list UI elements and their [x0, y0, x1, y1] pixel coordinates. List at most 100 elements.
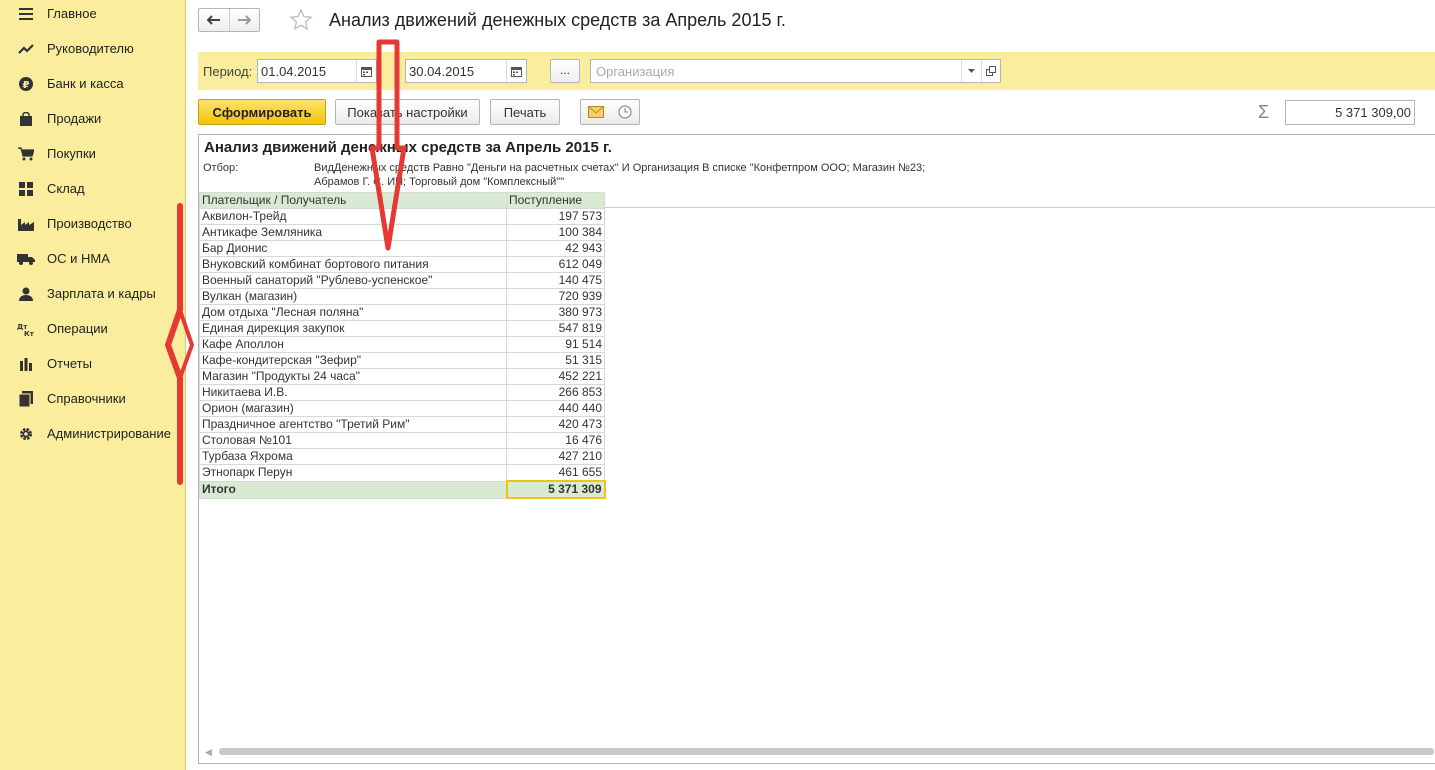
- period-select-button[interactable]: ...: [550, 59, 580, 83]
- filter-label: Отбор:: [203, 162, 239, 174]
- table-row[interactable]: Столовая №101 16 476: [199, 432, 605, 449]
- income-cell: 461 655: [506, 464, 605, 482]
- total-value[interactable]: 5 371 309: [505, 480, 606, 499]
- income-cell: 91 514: [506, 336, 605, 353]
- sidebar-item-label: Администрирование: [47, 426, 171, 441]
- menu-icon: [17, 5, 35, 23]
- filter-text-line2: Абрамов Г. С. ИП; Торговый дом "Комплекс…: [314, 176, 565, 188]
- bag-icon: [17, 110, 35, 128]
- table-row[interactable]: Единая дирекция закупок 547 819: [199, 320, 605, 337]
- income-cell: 100 384: [506, 224, 605, 241]
- organization-field[interactable]: Организация: [590, 59, 1001, 83]
- dropdown-icon[interactable]: [961, 60, 981, 82]
- income-cell: 16 476: [506, 432, 605, 449]
- total-label: Итого: [199, 480, 507, 499]
- income-cell: 547 819: [506, 320, 605, 337]
- organization-placeholder: Организация: [596, 64, 675, 79]
- income-cell: 51 315: [506, 352, 605, 369]
- mail-schedule-group: [580, 99, 640, 125]
- date-from-value: 01.04.2015: [261, 64, 327, 79]
- navigation-buttons: [198, 8, 260, 32]
- sidebar-item-7[interactable]: Производство: [0, 206, 185, 241]
- sidebar-item-3[interactable]: ₽ Банк и касса: [0, 66, 185, 101]
- cart-icon: [17, 145, 35, 163]
- total-row[interactable]: Итого 5 371 309: [199, 480, 606, 499]
- table-row[interactable]: Магазин "Продукты 24 часа" 452 221: [199, 368, 605, 385]
- income-cell: 440 440: [506, 400, 605, 417]
- sidebar-item-label: ОС и НМА: [47, 251, 110, 266]
- open-icon[interactable]: [981, 60, 1000, 82]
- main-content: Анализ движений денежных средств за Апре…: [186, 0, 1435, 770]
- payer-cell: Кафе Аполлон: [199, 336, 507, 353]
- sidebar-item-8[interactable]: ОС и НМА: [0, 241, 185, 276]
- payer-cell: Аквилон-Трейд: [199, 208, 507, 225]
- back-button[interactable]: [199, 9, 229, 31]
- column-header-payer: Плательщик / Получатель: [199, 192, 507, 209]
- table-row[interactable]: Военный санаторий "Рублево-успенское" 140…: [199, 272, 605, 289]
- bar-chart-icon: [17, 355, 35, 373]
- payer-cell: Никитаева И.В.: [199, 384, 507, 401]
- sidebar-item-12[interactable]: Справочники: [0, 381, 185, 416]
- table-row[interactable]: Этнопарк Перун 461 655: [199, 464, 605, 482]
- page-title: Анализ движений денежных средств за Апре…: [329, 10, 786, 30]
- table-row[interactable]: Кафе-кондитерская "Зефир" 51 315: [199, 352, 605, 369]
- sidebar-item-6[interactable]: Склад: [0, 171, 185, 206]
- sidebar-item-13[interactable]: Администрирование: [0, 416, 185, 451]
- sidebar-item-9[interactable]: Зарплата и кадры: [0, 276, 185, 311]
- ruble-icon: ₽: [17, 75, 35, 93]
- income-cell: 197 573: [506, 208, 605, 225]
- horizontal-scrollbar[interactable]: [219, 748, 1434, 755]
- table-row[interactable]: Дом отдыха "Лесная поляна" 380 973: [199, 304, 605, 321]
- income-cell: 612 049: [506, 256, 605, 273]
- generate-button[interactable]: Сформировать: [198, 99, 326, 125]
- payer-cell: Вулкан (магазин): [199, 288, 507, 305]
- sidebar-item-label: Операции: [47, 321, 108, 336]
- table-row[interactable]: Вулкан (магазин) 720 939: [199, 288, 605, 305]
- calendar-icon[interactable]: [356, 60, 376, 82]
- gear-icon: [17, 425, 35, 443]
- show-settings-button[interactable]: Показать настройки: [335, 99, 480, 125]
- sidebar-item-label: Справочники: [47, 391, 126, 406]
- payer-cell: Кафе-кондитерская "Зефир": [199, 352, 507, 369]
- table-row[interactable]: Праздничное агентство "Третий Рим" 420 47…: [199, 416, 605, 433]
- date-to-field[interactable]: 30.04.2015: [405, 59, 527, 83]
- sum-value: 5 371 309,00: [1335, 105, 1411, 120]
- scroll-left-icon[interactable]: ◀: [205, 747, 212, 758]
- payer-cell: Этнопарк Перун: [199, 464, 507, 482]
- payer-cell: Столовая №101: [199, 432, 507, 449]
- table-row[interactable]: Никитаева И.В. 266 853: [199, 384, 605, 401]
- income-cell: 452 221: [506, 368, 605, 385]
- favorite-star-icon[interactable]: [289, 8, 313, 32]
- forward-button[interactable]: [228, 9, 259, 31]
- table-row[interactable]: Внуковский комбинат бортового питания 612…: [199, 256, 605, 273]
- table-row[interactable]: Кафе Аполлон 91 514: [199, 336, 605, 353]
- table-row[interactable]: Орион (магазин) 440 440: [199, 400, 605, 417]
- print-button[interactable]: Печать: [490, 99, 560, 125]
- report-table: Плательщик / Получатель Поступление Акви…: [199, 192, 606, 499]
- table-row[interactable]: Аквилон-Трейд 197 573: [199, 208, 605, 225]
- svg-text:Кт: Кт: [24, 330, 35, 336]
- sidebar-item-label: Продажи: [47, 111, 102, 126]
- date-from-field[interactable]: 01.04.2015: [257, 59, 377, 83]
- calendar-icon[interactable]: [506, 60, 526, 82]
- table-row[interactable]: Бар Дионис 42 943: [199, 240, 605, 257]
- mail-icon[interactable]: [588, 106, 604, 118]
- sidebar-item-10[interactable]: Дт Кт Операции: [0, 311, 185, 346]
- sidebar-item-11[interactable]: Отчеты: [0, 346, 185, 381]
- report-area[interactable]: Анализ движений денежных средств за Апре…: [198, 134, 1435, 764]
- income-cell: 380 973: [506, 304, 605, 321]
- sidebar-item-4[interactable]: Продажи: [0, 101, 185, 136]
- payer-cell: Турбаза Яхрома: [199, 448, 507, 465]
- sidebar-item-5[interactable]: Покупки: [0, 136, 185, 171]
- clock-icon[interactable]: [618, 105, 632, 119]
- sum-field: 5 371 309,00: [1285, 100, 1415, 125]
- sidebar-item-2[interactable]: Руководителю: [0, 31, 185, 66]
- payer-cell: Бар Дионис: [199, 240, 507, 257]
- sidebar-item-label: Покупки: [47, 146, 96, 161]
- sidebar-item-label: Склад: [47, 181, 85, 196]
- table-row[interactable]: Турбаза Яхрома 427 210: [199, 448, 605, 465]
- sidebar-item-label: Руководителю: [47, 41, 134, 56]
- payer-cell: Праздничное агентство "Третий Рим": [199, 416, 507, 433]
- table-row[interactable]: Антикафе Земляника 100 384: [199, 224, 605, 241]
- sidebar-item-1[interactable]: Главное: [0, 0, 185, 31]
